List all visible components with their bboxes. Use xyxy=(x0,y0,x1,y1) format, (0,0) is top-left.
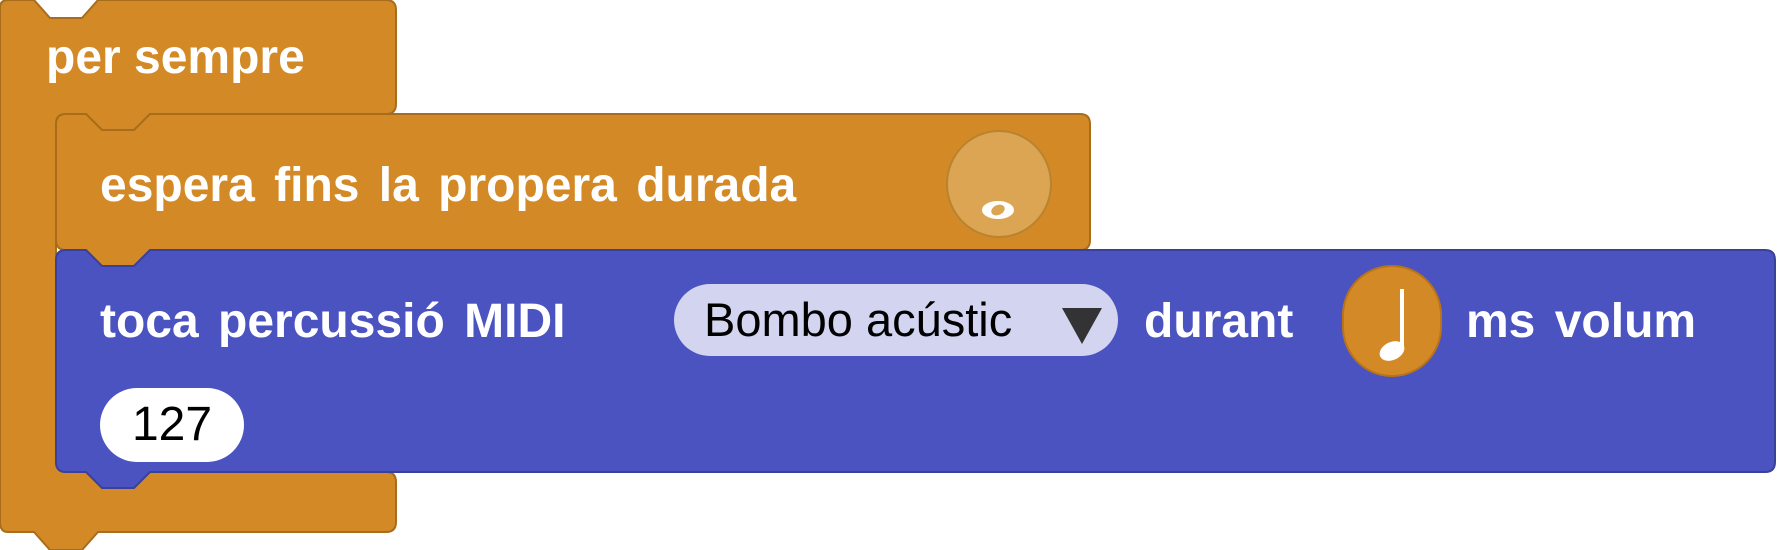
instrument-dropdown-value: Bombo acústic xyxy=(704,293,1013,346)
instrument-dropdown[interactable]: Bombo acústic xyxy=(674,284,1118,356)
block-workspace: per sempre espera fins la propera durada… xyxy=(0,0,1777,550)
duration-input-whole[interactable] xyxy=(946,130,1052,238)
wait-label: espera fins la propera durada xyxy=(100,159,797,212)
volume-field[interactable]: 127 xyxy=(100,388,244,462)
quarter-note-icon xyxy=(1379,289,1405,361)
chevron-down-icon xyxy=(1062,308,1102,344)
forever-label: per sempre xyxy=(46,31,305,84)
midi-during-label: durant xyxy=(1144,295,1294,348)
duration-input-quarter[interactable] xyxy=(1342,265,1442,377)
midi-ms-volume-label: ms volum xyxy=(1466,295,1697,348)
midi-play-label: toca percussió MIDI xyxy=(100,295,566,348)
whole-note-icon xyxy=(982,201,1014,219)
